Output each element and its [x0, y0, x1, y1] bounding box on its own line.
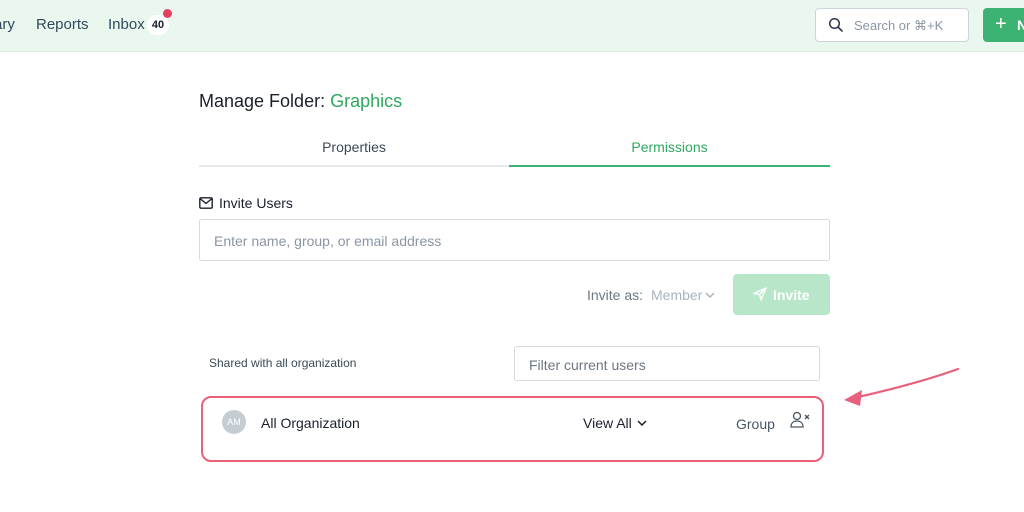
nav-library-link[interactable]: ary: [0, 16, 15, 33]
chevron-down-icon: [637, 420, 647, 426]
inbox-count-badge: 40: [147, 15, 169, 35]
new-button[interactable]: + N: [983, 8, 1024, 42]
active-tab-indicator: [509, 165, 830, 167]
role-select-value: Member: [651, 287, 703, 303]
access-level-value: View All: [583, 415, 632, 431]
folder-name: Graphics: [330, 91, 403, 111]
page-title-prefix: Manage Folder:: [199, 91, 326, 111]
invite-button[interactable]: Invite: [733, 274, 830, 315]
mail-icon: [199, 197, 213, 209]
shared-user-row: AM All Organization View All Group: [201, 396, 824, 462]
invite-users-label: Invite Users: [219, 195, 293, 211]
invite-users-heading: Invite Users: [199, 195, 293, 211]
invite-as-label: Invite as:: [587, 287, 644, 303]
notification-dot: [163, 9, 172, 18]
invite-search-input[interactable]: Enter name, group, or email address: [199, 219, 830, 261]
new-button-label: N: [1017, 17, 1024, 33]
user-name: All Organization: [261, 415, 360, 431]
avatar: AM: [222, 410, 246, 434]
nav-reports-link[interactable]: Reports: [36, 16, 89, 33]
chevron-down-icon: [705, 292, 715, 298]
filter-input-placeholder: Filter current users: [529, 357, 646, 373]
shared-with-label: Shared with all organization: [209, 356, 357, 370]
tab-permissions[interactable]: Permissions: [509, 139, 830, 155]
top-navigation-bar: ary Reports Inbox 40 Search or ⌘+K + N: [0, 0, 1024, 52]
send-icon: [753, 287, 767, 301]
nav-inbox-link[interactable]: Inbox: [108, 16, 145, 33]
tab-properties[interactable]: Properties: [199, 139, 509, 155]
user-type-label: Group: [736, 416, 775, 432]
folder-tabs: Properties Permissions: [199, 130, 830, 167]
invite-button-label: Invite: [773, 287, 810, 303]
page-title: Manage Folder: Graphics: [199, 91, 402, 112]
search-icon: [828, 17, 843, 32]
plus-icon: +: [995, 13, 1007, 35]
role-select[interactable]: Member: [651, 287, 715, 303]
search-placeholder: Search or ⌘+K: [854, 18, 944, 33]
access-level-select[interactable]: View All: [583, 415, 647, 431]
search-input[interactable]: Search or ⌘+K: [815, 8, 969, 42]
user-remove-icon[interactable]: [790, 411, 810, 429]
annotation-arrow: [844, 367, 960, 406]
filter-users-input[interactable]: Filter current users: [514, 346, 820, 381]
invite-input-placeholder: Enter name, group, or email address: [214, 233, 442, 249]
